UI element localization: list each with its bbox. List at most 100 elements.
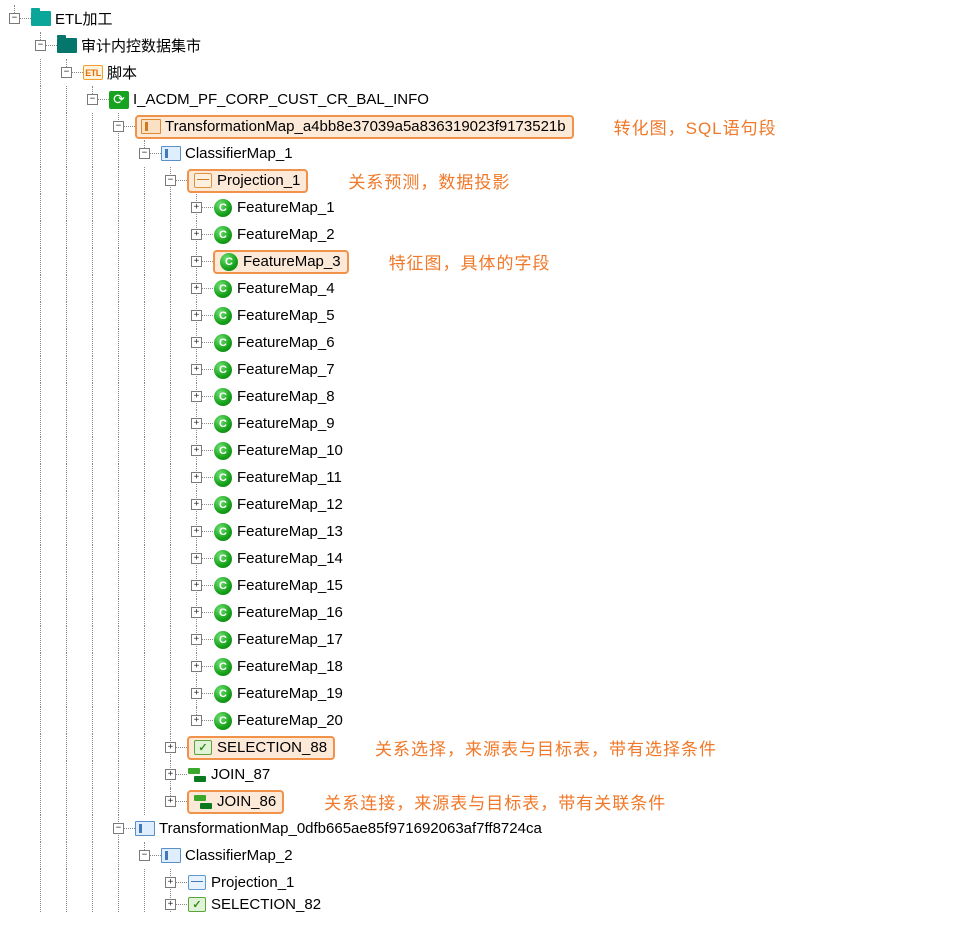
collapse-toggle[interactable]: − — [113, 823, 124, 834]
node-label: TransformationMap_0dfb665ae85f971692063a… — [157, 820, 544, 837]
expand-toggle[interactable]: + — [191, 202, 202, 213]
tree-node-feature[interactable]: + C FeatureMap_7 — [5, 356, 975, 383]
expand-toggle[interactable]: + — [191, 310, 202, 321]
collapse-toggle[interactable]: − — [165, 175, 176, 186]
feature-map-icon: C — [213, 712, 233, 730]
expand-toggle[interactable]: + — [165, 742, 176, 753]
expand-toggle[interactable]: + — [191, 607, 202, 618]
expand-toggle[interactable]: + — [191, 661, 202, 672]
node-label: Projection_1 — [215, 172, 302, 189]
expand-toggle[interactable]: + — [191, 391, 202, 402]
tree-node-selection[interactable]: + ✓ SELECTION_88 关系选择，来源表与目标表，带有选择条件 — [5, 734, 975, 761]
collapse-toggle[interactable]: − — [35, 40, 46, 51]
annotation-text: 关系连接，来源表与目标表，带有关联条件 — [324, 789, 666, 814]
expand-toggle[interactable]: + — [191, 337, 202, 348]
node-label: FeatureMap_2 — [235, 226, 337, 243]
node-label: FeatureMap_19 — [235, 685, 345, 702]
expand-toggle[interactable]: + — [165, 899, 176, 910]
expand-toggle[interactable]: + — [191, 526, 202, 537]
node-label: FeatureMap_20 — [235, 712, 345, 729]
expand-toggle[interactable]: + — [191, 418, 202, 429]
tree-node-feature[interactable]: + C FeatureMap_12 — [5, 491, 975, 518]
tree-node-feature[interactable]: + C FeatureMap_17 — [5, 626, 975, 653]
expand-toggle[interactable]: + — [165, 796, 176, 807]
expand-toggle[interactable]: + — [191, 364, 202, 375]
tree-node-root[interactable]: − ETL加工 — [5, 5, 975, 32]
expand-toggle[interactable]: + — [165, 877, 176, 888]
tree-node-join[interactable]: + JOIN_87 — [5, 761, 975, 788]
collapse-toggle[interactable]: − — [61, 67, 72, 78]
tree-node-feature[interactable]: + C FeatureMap_4 — [5, 275, 975, 302]
tree-node-feature[interactable]: + C FeatureMap_1 — [5, 194, 975, 221]
expand-toggle[interactable]: + — [191, 229, 202, 240]
collapse-toggle[interactable]: − — [139, 148, 150, 159]
tree-node[interactable]: − ⟳ I_ACDM_PF_CORP_CUST_CR_BAL_INFO — [5, 86, 975, 113]
tree-node-feature[interactable]: + C FeatureMap_3 特征图，具体的字段 — [5, 248, 975, 275]
tree-node-feature[interactable]: + C FeatureMap_18 — [5, 653, 975, 680]
folder-icon — [31, 10, 51, 28]
expand-toggle[interactable]: + — [191, 472, 202, 483]
node-label: FeatureMap_10 — [235, 442, 345, 459]
feature-map-icon: C — [213, 226, 233, 244]
tree-node-join[interactable]: + JOIN_86 关系连接，来源表与目标表，带有关联条件 — [5, 788, 975, 815]
tree-node[interactable]: − ClassifierMap_1 — [5, 140, 975, 167]
transformation-map-icon — [135, 820, 155, 838]
node-label: FeatureMap_3 — [241, 253, 343, 270]
tree-node-feature[interactable]: + C FeatureMap_2 — [5, 221, 975, 248]
tree-node-feature[interactable]: + C FeatureMap_20 — [5, 707, 975, 734]
expand-toggle[interactable]: + — [191, 445, 202, 456]
expand-toggle[interactable]: + — [191, 634, 202, 645]
tree-node-feature[interactable]: + C FeatureMap_11 — [5, 464, 975, 491]
tree-node-feature[interactable]: + C FeatureMap_8 — [5, 383, 975, 410]
node-label: JOIN_87 — [209, 766, 272, 783]
tree-node-feature[interactable]: + C FeatureMap_19 — [5, 680, 975, 707]
expand-toggle[interactable]: + — [191, 553, 202, 564]
expand-toggle[interactable]: + — [191, 283, 202, 294]
node-label: FeatureMap_1 — [235, 199, 337, 216]
tree-node-projection[interactable]: + Projection_1 — [5, 869, 975, 896]
node-label: FeatureMap_14 — [235, 550, 345, 567]
tree-node-projection[interactable]: − Projection_1 关系预测，数据投影 — [5, 167, 975, 194]
feature-map-icon: C — [213, 442, 233, 460]
expand-toggle[interactable]: + — [191, 715, 202, 726]
expand-toggle[interactable]: + — [191, 688, 202, 699]
node-label: ClassifierMap_1 — [183, 145, 295, 162]
expand-toggle[interactable]: + — [191, 499, 202, 510]
folder-icon — [57, 37, 77, 55]
tree-node[interactable]: − 审计内控数据集市 — [5, 32, 975, 59]
expand-toggle[interactable]: + — [191, 256, 202, 267]
tree-node-feature[interactable]: + C FeatureMap_13 — [5, 518, 975, 545]
tree-node-feature[interactable]: + C FeatureMap_15 — [5, 572, 975, 599]
node-label: TransformationMap_a4bb8e37039a5a83631902… — [163, 118, 568, 135]
annotation-text: 特征图，具体的字段 — [389, 249, 551, 274]
feature-map-icon: C — [213, 361, 233, 379]
collapse-toggle[interactable]: − — [87, 94, 98, 105]
join-icon — [193, 793, 213, 811]
tree-node-selection[interactable]: + ✓ SELECTION_82 — [5, 896, 975, 912]
expand-toggle[interactable]: + — [165, 769, 176, 780]
tree-node-transformation-map[interactable]: − TransformationMap_0dfb665ae85f97169206… — [5, 815, 975, 842]
collapse-toggle[interactable]: − — [139, 850, 150, 861]
tree-node-feature[interactable]: + C FeatureMap_9 — [5, 410, 975, 437]
tree-node-feature[interactable]: + C FeatureMap_16 — [5, 599, 975, 626]
highlighted-node: C FeatureMap_3 — [213, 250, 349, 274]
feature-map-icon: C — [213, 415, 233, 433]
feature-map-icon: C — [219, 253, 239, 271]
tree-node-transformation-map[interactable]: − TransformationMap_a4bb8e37039a5a836319… — [5, 113, 975, 140]
highlighted-node: ✓ SELECTION_88 — [187, 736, 335, 760]
tree-node-feature[interactable]: + C FeatureMap_5 — [5, 302, 975, 329]
collapse-toggle[interactable]: − — [113, 121, 124, 132]
join-icon — [187, 766, 207, 784]
expand-toggle[interactable]: + — [191, 580, 202, 591]
node-label: FeatureMap_7 — [235, 361, 337, 378]
feature-map-icon: C — [213, 658, 233, 676]
tree-node-feature[interactable]: + C FeatureMap_6 — [5, 329, 975, 356]
tree-node-feature[interactable]: + C FeatureMap_10 — [5, 437, 975, 464]
node-label: ETL加工 — [53, 8, 115, 29]
node-label: FeatureMap_12 — [235, 496, 345, 513]
tree-node-feature[interactable]: + C FeatureMap_14 — [5, 545, 975, 572]
tree-node[interactable]: − ClassifierMap_2 — [5, 842, 975, 869]
tree-node[interactable]: − ETL 脚本 — [5, 59, 975, 86]
collapse-toggle[interactable]: − — [9, 13, 20, 24]
node-label: FeatureMap_17 — [235, 631, 345, 648]
